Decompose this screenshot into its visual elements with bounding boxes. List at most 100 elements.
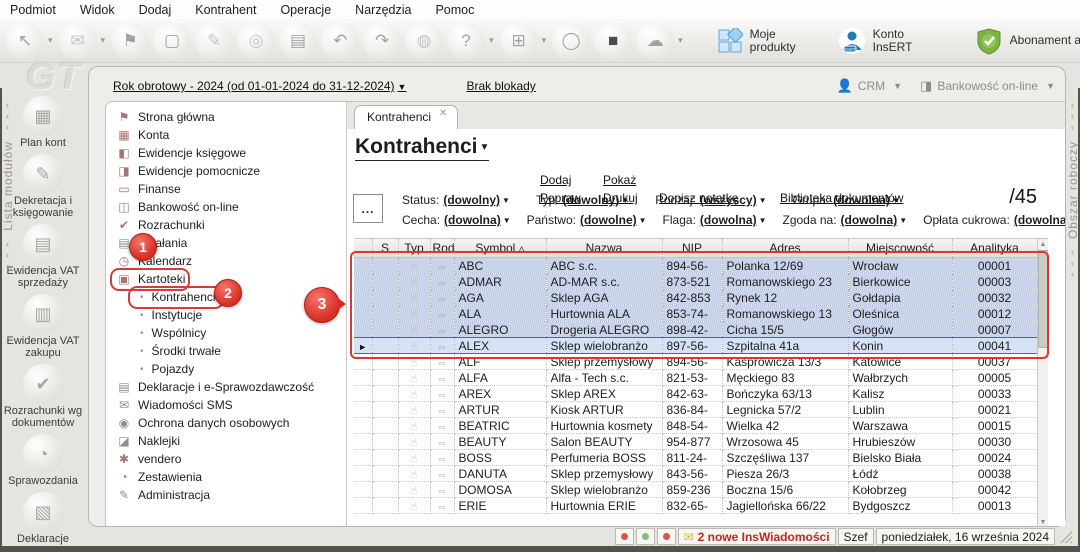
cube-icon[interactable]: ■ <box>594 22 632 60</box>
print-icon[interactable]: ▤ <box>279 22 317 60</box>
menu-dodaj[interactable]: Dodaj <box>139 3 172 17</box>
table-row[interactable]: ☝⇔ERIEHurtownia ERIE832-65-Jagiellońska … <box>354 498 1037 514</box>
moje-produkty-button[interactable]: Moje produkty <box>717 28 812 54</box>
cloud-services-icon[interactable]: ☁ <box>636 22 674 60</box>
forward-icon[interactable]: ↷ <box>363 22 401 60</box>
sidebar-item-pojazdy[interactable]: •Pojazdy <box>106 360 346 378</box>
table-row[interactable]: ☝⇔ABCABC s.c.894-56-Polanka 12/69Wrocław… <box>354 258 1037 274</box>
rail-plan-kont[interactable]: ▦Plan kont <box>20 96 66 149</box>
globe-doc-icon[interactable]: ◍ <box>405 22 443 60</box>
table-row[interactable]: ☝⇔AREXSklep AREX842-63-Bończyka 63/13Kal… <box>354 386 1037 402</box>
column-header-symbol[interactable]: Symbol ▵ <box>454 239 546 258</box>
resize-grip-icon[interactable] <box>1060 531 1072 543</box>
menu-narzędzia[interactable]: Narzędzia <box>355 3 411 17</box>
lock-status-link[interactable]: Brak blokady <box>466 79 535 93</box>
send-icon[interactable]: ✉ <box>59 22 97 60</box>
more-filters-button[interactable]: ... <box>353 194 383 223</box>
page-title-menu[interactable]: Kontrahenci▼ <box>355 135 489 161</box>
filter-value-dropdown[interactable]: (dowolny) <box>443 193 500 207</box>
caret-down-icon[interactable]: ▾ <box>542 35 547 46</box>
column-header-rod[interactable]: Rod <box>430 239 454 258</box>
scroll-down-icon[interactable]: ▼ <box>1040 519 1047 526</box>
select-arrow-icon[interactable]: ↖ <box>6 22 44 60</box>
action-poka-[interactable]: Pokaż <box>603 173 636 187</box>
fiscal-year-selector[interactable]: Rok obrotowy - 2024 (od 01-01-2024 do 31… <box>113 79 406 93</box>
tab-kontrahenci[interactable]: Kontrahenci ✕ <box>354 105 458 129</box>
filter-value-dropdown[interactable]: (dowolna) <box>833 193 890 207</box>
table-row[interactable]: ☝⇔ADMARAD-MAR s.c.873-521Romanowskiego 2… <box>354 274 1037 290</box>
sidebar-item-naklejki[interactable]: ◪Naklejki <box>106 432 346 450</box>
sidebar-item-bankowosc-on-line[interactable]: ◫Bankowość on-line <box>106 198 346 216</box>
column-header-typ[interactable]: Typ <box>398 239 430 258</box>
sidebar-item-wiadomosci-sms[interactable]: ✉Wiadomości SMS <box>106 396 346 414</box>
sidebar-item-ochrona-danych-osobowych[interactable]: ◉Ochrona danych osobowych <box>106 414 346 432</box>
flag-pin-icon[interactable]: ⚑ <box>111 22 149 60</box>
konto-insert-button[interactable]: InsERT Konto InsERT <box>838 27 935 55</box>
column-header-s[interactable]: S <box>372 239 398 258</box>
menu-pomoc[interactable]: Pomoc <box>435 3 474 17</box>
scroll-up-icon[interactable]: ▲ <box>1040 241 1047 248</box>
filter-value-dropdown[interactable]: (wszyscy) <box>700 193 757 207</box>
table-row[interactable]: ☝⇔ALFSklep przemysłowy894-56-Kasprowicza… <box>354 354 1037 370</box>
table-row[interactable]: ►☝⇔ALEXSklep wielobranżo897-56-Szpitalna… <box>354 338 1037 354</box>
banking-menu[interactable]: ◨Bankowość on-line▼ <box>920 78 1055 94</box>
sidebar-item-rozrachunki[interactable]: ✔Rozrachunki <box>106 216 346 234</box>
new-document-icon[interactable]: ▢ <box>153 22 191 60</box>
sidebar-item-finanse[interactable]: ▭Finanse <box>106 180 346 198</box>
table-row[interactable]: ☝⇔BOSSPerfumeria BOSS811-24-Szczęśliwa 1… <box>354 450 1037 466</box>
column-header-nip[interactable]: NIP <box>662 239 722 258</box>
help-icon[interactable]: ? <box>447 22 485 60</box>
filter-value-dropdown[interactable]: (dowolna) <box>700 213 757 227</box>
caret-down-icon[interactable]: ▾ <box>489 35 494 46</box>
column-header-adres[interactable]: Adres <box>722 239 848 258</box>
action-dodaj[interactable]: Dodaj <box>540 173 571 187</box>
table-row[interactable]: ☝⇔DANUTASklep przemysłowy843-56-Piesza 2… <box>354 466 1037 482</box>
caret-down-icon[interactable]: ▾ <box>678 35 683 46</box>
table-row[interactable]: ☝⇔ALFAAlfa - Tech s.c.821-53-Męckiego 83… <box>354 370 1037 386</box>
abonament-button[interactable]: Abonament aktywny <box>975 27 1080 55</box>
menu-widok[interactable]: Widok <box>80 3 115 17</box>
rail-sprawozdania[interactable]: ◔Sprawozdania <box>8 434 78 487</box>
sidebar-item-ewidencje-ksiegowe[interactable]: ◧Ewidencje księgowe <box>106 144 346 162</box>
internet-globe-icon[interactable]: ◯ <box>552 22 590 60</box>
table-row[interactable]: ☝⇔ALAHurtownia ALA853-74-Romanowskiego 1… <box>354 306 1037 322</box>
menu-podmiot[interactable]: Podmiot <box>10 3 56 17</box>
sidebar-item-vendero[interactable]: ✱vendero <box>106 450 346 468</box>
filter-value-dropdown[interactable]: (dowolna) <box>1014 213 1065 227</box>
sidebar-item-strona-glowna[interactable]: ⚑Strona główna <box>106 108 346 126</box>
column-header-analityka[interactable]: Analityka <box>952 239 1037 258</box>
menu-operacje[interactable]: Operacje <box>280 3 331 17</box>
table-row[interactable]: ☝⇔DOMOSASklep wielobranżo859-236Boczna 1… <box>354 482 1037 498</box>
sidebar-item-srodki-trwale[interactable]: •Środki trwałe <box>106 342 346 360</box>
crm-menu[interactable]: 👤CRM▼ <box>837 78 902 94</box>
table-row[interactable]: ☝⇔BEAUTYSalon BEAUTY954-877Wrzosowa 45Hr… <box>354 434 1037 450</box>
column-header-nazwa[interactable]: Nazwa <box>546 239 662 258</box>
back-icon[interactable]: ↶ <box>321 22 359 60</box>
caret-down-icon[interactable]: ▾ <box>48 35 53 46</box>
caret-down-icon[interactable]: ▾ <box>101 35 106 46</box>
filter-value-dropdown[interactable]: (dowolne) <box>580 213 637 227</box>
column-header-marker[interactable] <box>354 239 372 258</box>
scrollbar-thumb[interactable] <box>1038 250 1049 348</box>
inswiadomosci-button[interactable]: ✉ 2 nowe InsWiadomości <box>678 528 836 545</box>
edit-icon[interactable]: ✎ <box>195 22 233 60</box>
filter-value-dropdown[interactable]: (dowolna) <box>841 213 898 227</box>
sidebar-item-administracja[interactable]: ✎Administracja <box>106 486 346 504</box>
tab-close-icon[interactable]: ✕ <box>439 108 447 119</box>
sidebar-item-konta[interactable]: ▦Konta <box>106 126 346 144</box>
sidebar-item-ewidencje-pomocnicze[interactable]: ◨Ewidencje pomocnicze <box>106 162 346 180</box>
workstation-icon[interactable]: ⊞ <box>500 22 538 60</box>
user-box[interactable]: Szef <box>838 528 874 545</box>
menu-kontrahent[interactable]: Kontrahent <box>195 3 256 17</box>
table-row[interactable]: ☝⇔ALEGRODrogeria ALEGRO898-42-Cicha 15/5… <box>354 322 1037 338</box>
sidebar-item-deklaracje-i-e-sprawozdawczosc[interactable]: ▤Deklaracje i e-Sprawozdawczość <box>106 378 346 396</box>
table-row[interactable]: ☝⇔ARTURKiosk ARTUR836-84-Legnicka 57/2Lu… <box>354 402 1037 418</box>
sidebar-item-zestawienia[interactable]: ◔Zestawienia <box>106 468 346 486</box>
sidebar-item-wspolnicy[interactable]: •Wspólnicy <box>106 324 346 342</box>
vertical-scrollbar[interactable]: ▲ ▼ <box>1037 239 1048 526</box>
find-icon[interactable]: ◎ <box>237 22 275 60</box>
table-row[interactable]: ☝⇔AGASklep AGA842-853Rynek 12Gołdapia000… <box>354 290 1037 306</box>
table-row[interactable]: ☝⇔BEATRICHurtownia kosmety848-54-Wielka … <box>354 418 1037 434</box>
filter-value-dropdown[interactable]: (dowolny) <box>563 193 620 207</box>
column-header-miejscowość[interactable]: Miejscowość <box>848 239 952 258</box>
